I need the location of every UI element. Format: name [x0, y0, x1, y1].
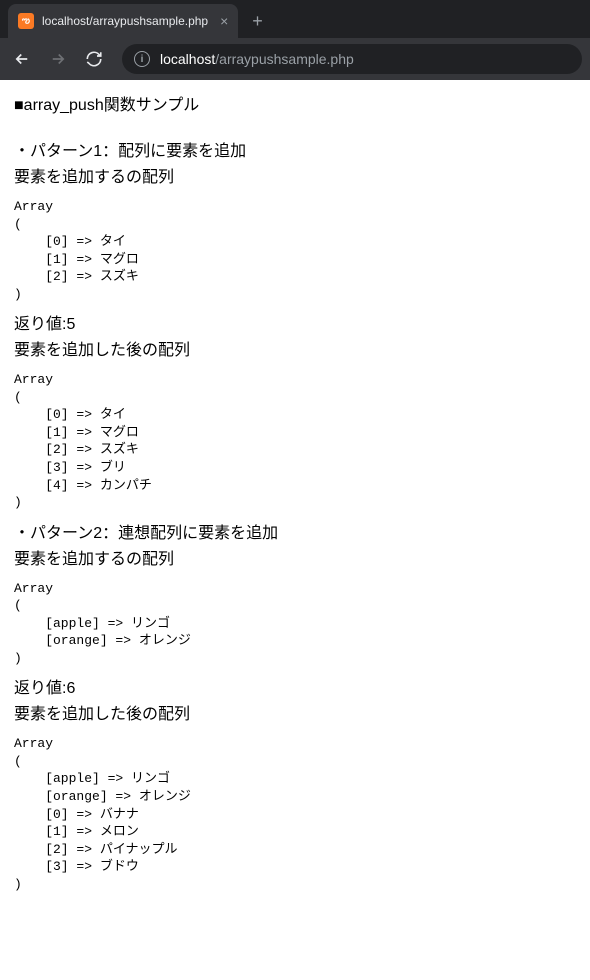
- browser-toolbar: i localhost/arraypushsample.php: [0, 38, 590, 80]
- after-array-label-1: 要素を追加した後の配列: [14, 339, 576, 363]
- array-dump-4: Array ( [apple] => リンゴ [orange] => オレンジ …: [14, 735, 576, 893]
- xampp-favicon-icon: ఌ: [18, 13, 34, 29]
- new-tab-button[interactable]: +: [252, 11, 263, 32]
- browser-titlebar: ఌ localhost/arraypushsample.php × +: [0, 0, 590, 38]
- close-tab-icon[interactable]: ×: [220, 13, 228, 29]
- before-array-label-2: 要素を追加するの配列: [14, 548, 576, 572]
- pattern2-title: ・パターン2：連想配列に要素を追加: [14, 522, 576, 546]
- browser-tab[interactable]: ఌ localhost/arraypushsample.php ×: [8, 4, 238, 38]
- page-content: ■array_push関数サンプル ・パターン1：配列に要素を追加 要素を追加す…: [0, 80, 590, 917]
- before-array-label-1: 要素を追加するの配列: [14, 166, 576, 190]
- array-dump-1: Array ( [0] => タイ [1] => マグロ [2] => スズキ …: [14, 198, 576, 303]
- url-host: localhost: [160, 51, 215, 67]
- back-button[interactable]: [8, 45, 36, 73]
- url-text: localhost/arraypushsample.php: [160, 51, 354, 67]
- page-heading: ■array_push関数サンプル: [14, 94, 576, 118]
- tab-title: localhost/arraypushsample.php: [42, 14, 208, 28]
- forward-button[interactable]: [44, 45, 72, 73]
- site-info-icon[interactable]: i: [134, 51, 150, 67]
- pattern1-title: ・パターン1：配列に要素を追加: [14, 140, 576, 164]
- address-bar[interactable]: i localhost/arraypushsample.php: [122, 44, 582, 74]
- return-value-2: 返り値:6: [14, 677, 576, 701]
- array-dump-3: Array ( [apple] => リンゴ [orange] => オレンジ …: [14, 580, 576, 668]
- after-array-label-2: 要素を追加した後の配列: [14, 703, 576, 727]
- reload-button[interactable]: [80, 45, 108, 73]
- array-dump-2: Array ( [0] => タイ [1] => マグロ [2] => スズキ …: [14, 371, 576, 511]
- url-path: /arraypushsample.php: [215, 51, 354, 67]
- return-value-1: 返り値:5: [14, 313, 576, 337]
